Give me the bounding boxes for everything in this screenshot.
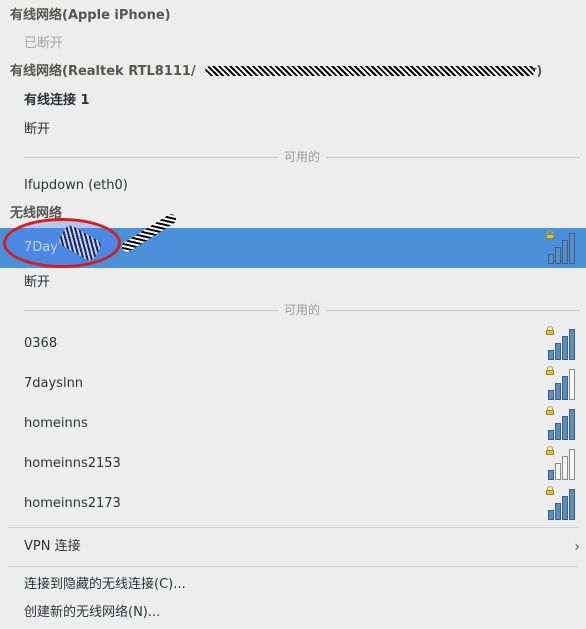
wifi-network-item[interactable]: homeinns2153 [0, 444, 586, 484]
menu-divider [8, 527, 578, 528]
lock-icon [546, 366, 554, 375]
wired-status-disconnected: 已断开 [24, 36, 64, 51]
wifi-network-name: 0368 [24, 336, 58, 351]
wifi-network-name: homeinns2153 [24, 456, 121, 471]
wireless-available-separator: 可用的 [24, 301, 580, 319]
vpn-label: VPN 连接 [24, 539, 81, 554]
wifi-network-name: homeinns [24, 416, 88, 431]
wifi-network-item[interactable]: 0368 [0, 324, 586, 364]
wifi-signal-icon [546, 326, 578, 360]
wifi-signal-icon [546, 366, 578, 400]
wireless-available-label: 可用的 [277, 301, 327, 319]
wifi-signal-icon [546, 230, 578, 264]
lock-icon [546, 446, 554, 455]
lock-icon [546, 326, 554, 335]
chevron-right-icon: › [574, 539, 580, 555]
wifi-network-item[interactable]: 7dayslnn [0, 364, 586, 404]
wired-connection-1[interactable]: 有线连接 1 [0, 89, 586, 113]
wireless-disconnect-item[interactable]: 断开 [0, 271, 586, 295]
wifi-network-item[interactable]: homeinns [0, 404, 586, 444]
lock-icon [546, 406, 554, 415]
lock-icon [546, 486, 554, 495]
lock-icon [546, 230, 554, 239]
wifi-signal-icon [546, 446, 578, 480]
menu-divider [8, 566, 578, 567]
create-new-wifi-item[interactable]: 创建新的无线网络(N)... [0, 601, 586, 625]
wifi-signal-icon [546, 486, 578, 520]
wifi-network-name: 7dayslnn [24, 376, 84, 391]
red-annotation-circle [3, 218, 121, 268]
wifi-signal-icon [546, 406, 578, 440]
wired-header-iphone: 有线网络(Apple iPhone) [10, 8, 171, 23]
connect-hidden-wifi-item[interactable]: 连接到隐藏的无线连接(C)... [0, 573, 586, 597]
wired-disconnect-item[interactable]: 断开 [0, 118, 586, 142]
wifi-network-item[interactable]: homeinns2173 [0, 484, 586, 524]
wired-header-realtek-label: 有线网络(Realtek RTL8111/ [10, 64, 196, 79]
wired-available-label: 可用的 [277, 148, 327, 166]
wired-available-separator: 可用的 [24, 148, 580, 166]
network-menu: 有线网络(Apple iPhone) 已断开 有线网络(Realtek RTL8… [0, 0, 586, 629]
ifupdown-eth0-item[interactable]: Ifupdown (eth0) [0, 174, 586, 198]
redaction-scribble [205, 66, 535, 76]
wifi-network-name: homeinns2173 [24, 496, 121, 511]
vpn-connections-submenu[interactable]: VPN 连接 › [0, 535, 586, 559]
